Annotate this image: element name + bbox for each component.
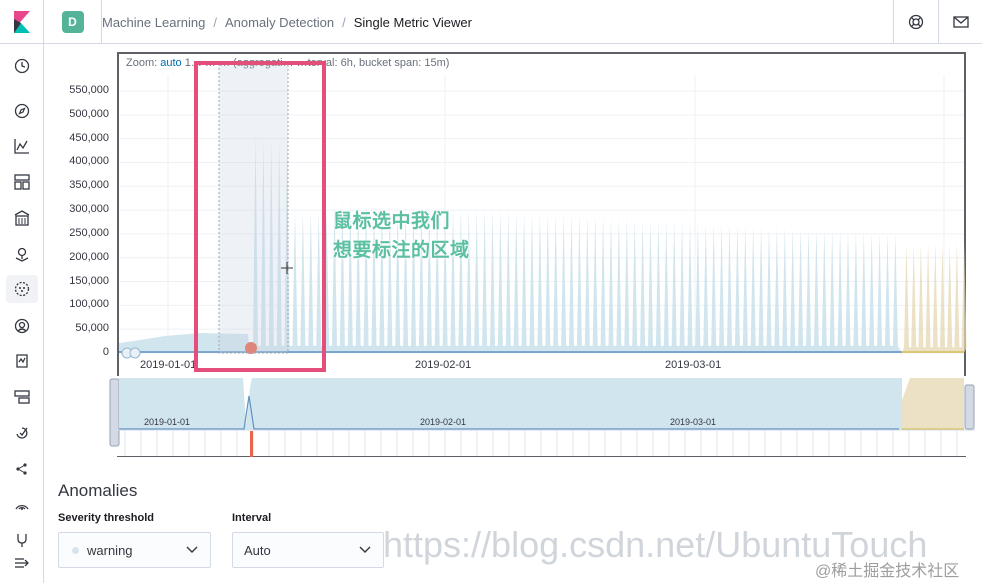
chevron-down-icon: [186, 546, 198, 553]
interval-label: Interval: [232, 512, 272, 524]
watermark-juejin: @稀土掘金技术社区: [815, 563, 960, 580]
annotation-brush-selection[interactable]: [218, 61, 289, 354]
swimlane-anomaly-critical[interactable]: [250, 431, 253, 457]
interval-value: Auto: [244, 542, 271, 558]
forecast-bounds: [902, 243, 967, 353]
focus-chart[interactable]: [0, 0, 982, 583]
severity-value: warning: [87, 542, 133, 558]
context-x-tick-label: 2019-03-01: [670, 417, 717, 427]
context-forecast: [902, 378, 964, 430]
context-left-handle[interactable]: [109, 378, 120, 447]
context-x-tick-label: 2019-02-01: [420, 417, 467, 427]
severity-threshold-select[interactable]: warning: [58, 532, 211, 568]
context-x-tick-label: 2019-01-01: [144, 417, 191, 427]
interval-select[interactable]: Auto: [232, 532, 384, 568]
chevron-down-icon: [359, 546, 371, 553]
severity-threshold-label: Severity threshold: [58, 512, 154, 524]
annotation-marker[interactable]: [129, 347, 141, 359]
annotation-text-line-2: 想要标注的区域: [333, 240, 470, 261]
context-right-handle[interactable]: [964, 384, 975, 430]
severity-dot-icon: [72, 546, 79, 554]
context-model-bounds: [119, 378, 902, 430]
annotation-text-line-1: 鼠标选中我们: [333, 211, 451, 232]
anomalies-title: Anomalies: [58, 481, 138, 500]
